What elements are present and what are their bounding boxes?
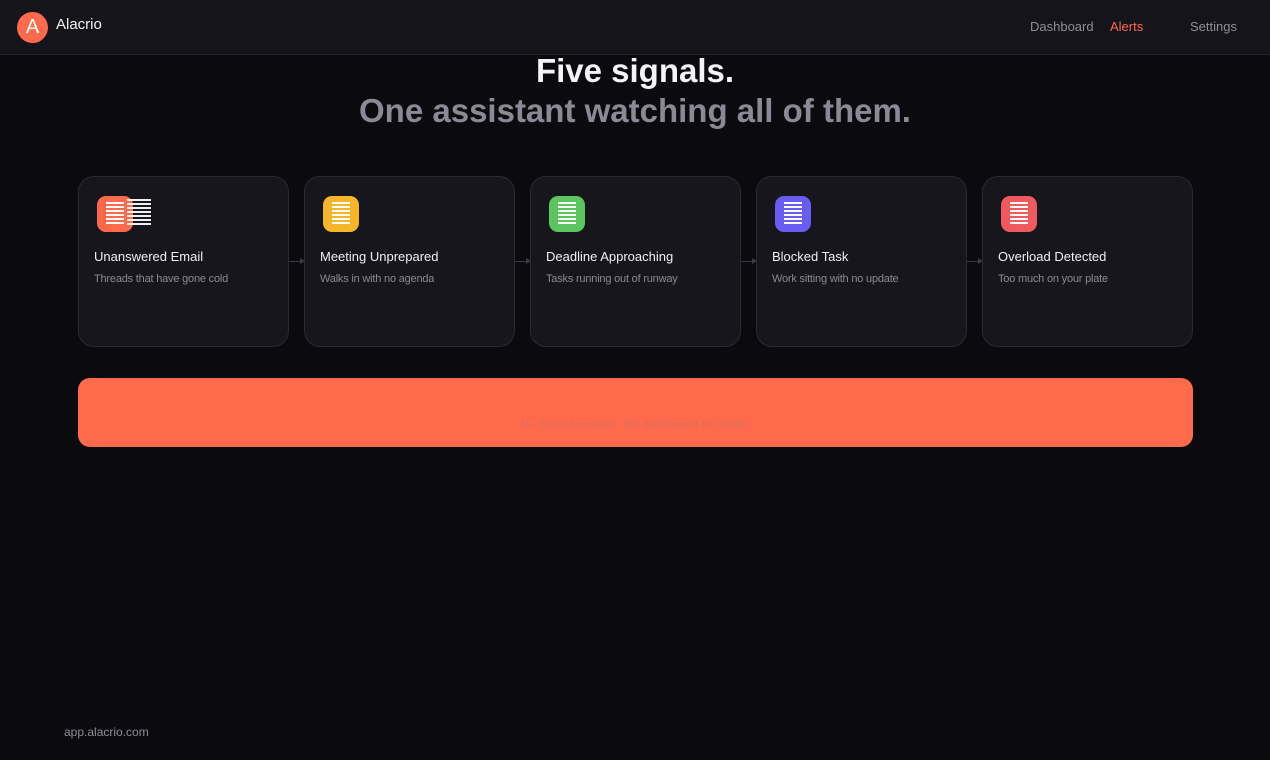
arrow-connector: [741, 258, 757, 264]
signal-card-blocked-task[interactable]: Blocked Task Work sitting with no update: [756, 176, 967, 347]
top-bar: A Alacrio Dashboard Alerts Settings: [0, 0, 1270, 55]
signal-description: Threads that have gone cold: [94, 273, 229, 285]
banner-text: No Bnand created. No dashboard to chase.: [520, 417, 751, 431]
signal-card-overload-detected[interactable]: Overload Detected Too much on your plate: [982, 176, 1193, 347]
signal-card-meeting-unprepared[interactable]: Meeting Unprepared Walks in with no agen…: [304, 176, 515, 347]
signal-description: Work sitting with no update: [772, 273, 899, 285]
signal-title: Deadline Approaching: [546, 249, 674, 264]
footer-url: app.alacrio.com: [64, 725, 149, 739]
arrow-connector: [289, 258, 305, 264]
signal-description: Tasks running out of runway: [546, 273, 678, 285]
signal-description: Too much on your plate: [998, 273, 1108, 285]
signal-card-deadline-approaching[interactable]: Deadline Approaching Tasks running out o…: [530, 176, 741, 347]
nav-alerts[interactable]: Alerts: [1110, 19, 1143, 34]
app-name[interactable]: Alacrio: [56, 16, 102, 33]
meeting-icon: [323, 196, 359, 232]
document-icon: [127, 199, 151, 225]
signal-title: Meeting Unprepared: [320, 249, 439, 264]
nav-settings[interactable]: Settings: [1190, 19, 1237, 34]
arrow-connector: [967, 258, 983, 264]
overload-icon: [1001, 196, 1037, 232]
blocked-icon: [775, 196, 811, 232]
signal-title: Unanswered Email: [94, 249, 204, 264]
signal-title: Blocked Task: [772, 249, 849, 264]
signal-description: Walks in with no agenda: [320, 273, 435, 285]
hero-title: Five signals.: [535, 52, 735, 89]
signal-title: Overload Detected: [998, 249, 1107, 264]
hero-subtitle: One assistant watching all of them.: [359, 92, 911, 129]
nav-dashboard[interactable]: Dashboard: [1030, 19, 1094, 34]
deadline-icon: [549, 196, 585, 232]
app-logo[interactable]: A: [17, 12, 48, 43]
arrow-connector: [515, 258, 531, 264]
signal-card-unanswered-email[interactable]: Unanswered Email Threads that have gone …: [78, 176, 289, 347]
cta-banner[interactable]: No Bnand created. No dashboard to chase.: [78, 378, 1193, 447]
